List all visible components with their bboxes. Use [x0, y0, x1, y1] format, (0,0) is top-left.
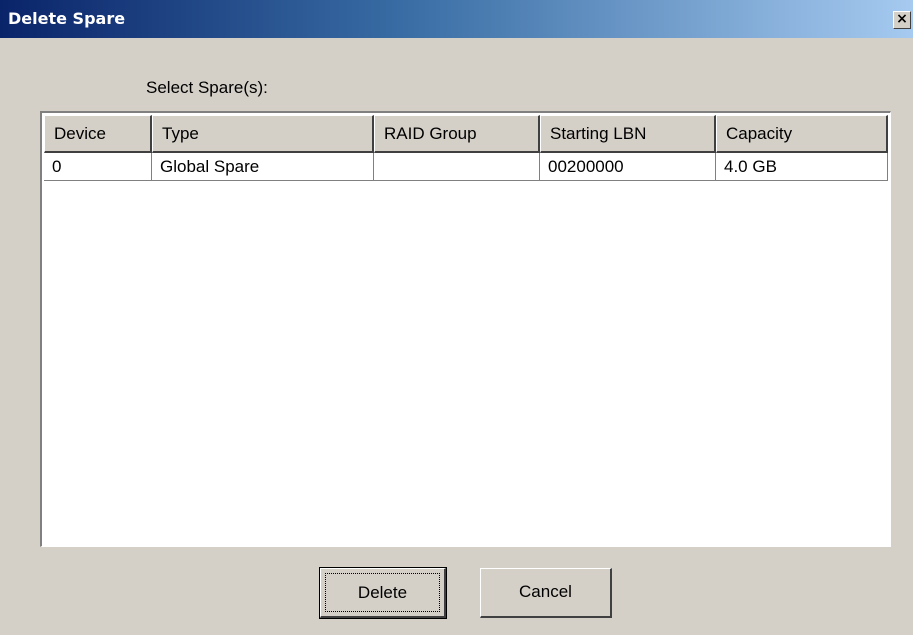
delete-spare-dialog: Delete Spare × Select Spare(s): Device T… [0, 0, 913, 635]
cell-raid-group [374, 153, 540, 181]
window-title: Delete Spare [8, 9, 126, 28]
delete-button[interactable]: Delete [319, 567, 447, 619]
table-row[interactable]: 0 Global Spare 00200000 4.0 GB [44, 153, 888, 181]
title-bar[interactable]: Delete Spare × [0, 0, 913, 38]
cell-device: 0 [44, 153, 152, 181]
column-header-device[interactable]: Device [44, 115, 152, 153]
column-header-type[interactable]: Type [152, 115, 374, 153]
spares-table[interactable]: Device Type RAID Group Starting LBN Capa… [40, 111, 891, 547]
cell-capacity: 4.0 GB [716, 153, 888, 181]
table-header: Device Type RAID Group Starting LBN Capa… [44, 115, 888, 153]
column-header-raid-group[interactable]: RAID Group [374, 115, 540, 153]
cancel-button[interactable]: Cancel [480, 568, 612, 618]
close-icon[interactable]: × [893, 11, 911, 29]
select-spares-label: Select Spare(s): [146, 78, 268, 97]
cell-type: Global Spare [152, 153, 374, 181]
column-header-capacity[interactable]: Capacity [716, 115, 888, 153]
cell-starting-lbn: 00200000 [540, 153, 716, 181]
column-header-starting-lbn[interactable]: Starting LBN [540, 115, 716, 153]
delete-button-label: Delete [325, 573, 440, 612]
